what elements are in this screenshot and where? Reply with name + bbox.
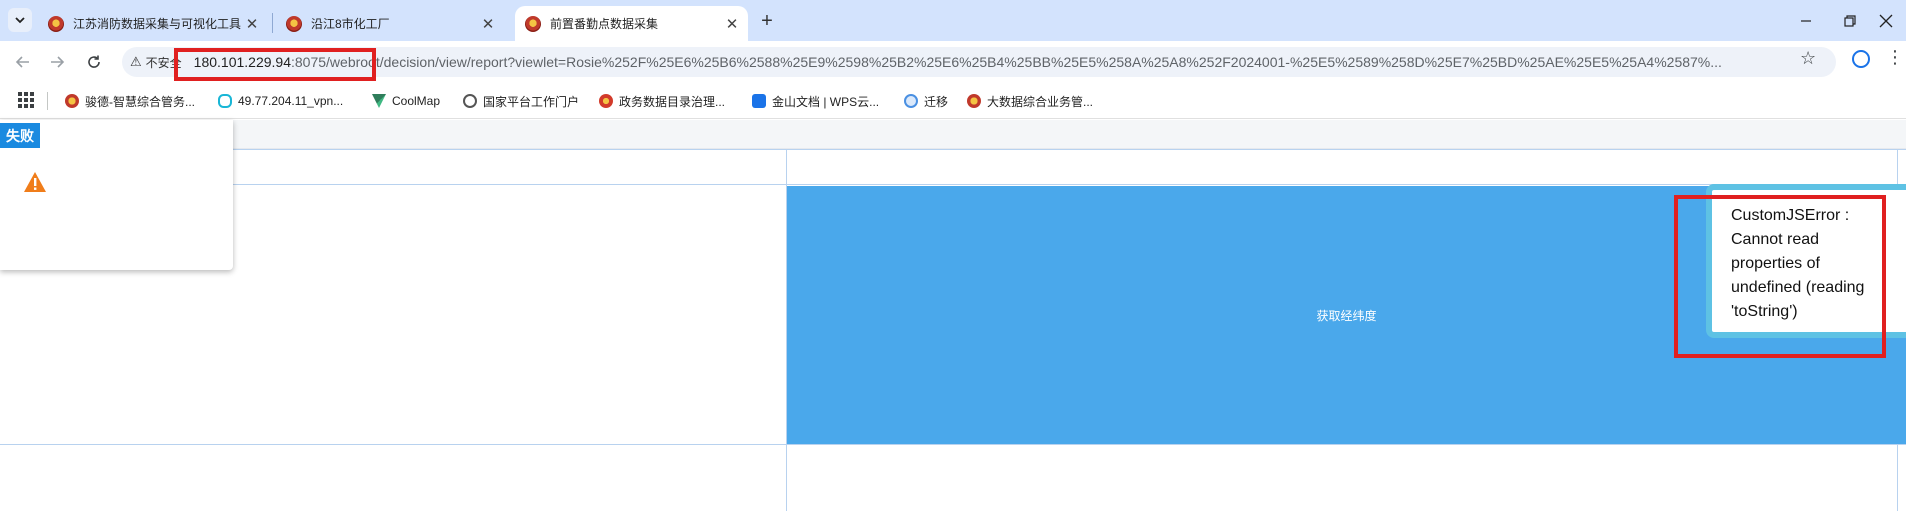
restore-icon (1844, 14, 1856, 27)
bookmark-label: 政务数据目录治理... (619, 94, 726, 109)
reload-icon (88, 55, 100, 68)
chevron-down-icon (15, 17, 25, 24)
bookmark-item[interactable]: 金山文档 | WPS云... (752, 91, 879, 111)
bookmark-label: CoolMap (392, 94, 441, 108)
failure-panel: 失败 (0, 120, 233, 270)
menu-kebab-icon[interactable]: ⋮ (1886, 47, 1904, 68)
bookmark-item[interactable]: 国家平台工作门户 (463, 91, 579, 111)
bookmark-label: 金山文档 | WPS云... (772, 94, 880, 109)
report-page: 获取经纬度 失败 CustomJSError : Cannot read pro… (0, 120, 1906, 511)
bookmark-item[interactable]: 49.77.204.11_vpn... (218, 91, 343, 111)
report-toolbar-band (0, 120, 1906, 149)
back-arrow-icon (15, 56, 29, 68)
bookmark-star-icon[interactable]: ☆ (1800, 48, 1816, 69)
tab-data-collection[interactable]: 前置番勤点数据采集 ✕ (515, 6, 748, 41)
bookmark-item[interactable]: 迁移 (904, 91, 948, 111)
bookmark-label: 大数据综合业务管... (987, 94, 1094, 109)
tab-chemical-plants[interactable]: 沿江8市化工厂 ✕ (276, 6, 504, 41)
wps-icon (752, 94, 766, 108)
bookmark-item[interactable]: 大数据综合业务管... (967, 91, 1093, 111)
minimize-icon (1801, 19, 1811, 22)
apps-grid-icon[interactable] (18, 92, 34, 108)
tab-divider (272, 13, 273, 33)
tab-title: 沿江8市化工厂 (311, 17, 390, 31)
migrate-icon (904, 94, 918, 108)
address-bar[interactable]: ⚠ 不安全 180.101.229.94:8075/webroot/decisi… (122, 47, 1836, 77)
bookmark-item[interactable]: CoolMap (372, 91, 440, 111)
grid-line (0, 444, 1906, 445)
get-coordinates-label: 获取经纬度 (1316, 308, 1377, 323)
new-tab-button[interactable]: + (755, 9, 779, 33)
close-window-button[interactable] (1864, 0, 1906, 41)
bookmark-label: 骏德-智慧综合管务... (85, 94, 195, 109)
emblem-icon (286, 15, 302, 32)
bookmark-item[interactable]: 政务数据目录治理... (599, 91, 725, 111)
back-button[interactable] (9, 48, 37, 76)
warning-triangle-icon: ⚠ (130, 54, 142, 69)
failure-title: 失败 (0, 123, 40, 148)
forward-arrow-icon (51, 56, 65, 68)
account-avatar-icon[interactable] (1852, 50, 1870, 68)
emblem-icon (525, 15, 541, 32)
reload-button[interactable] (80, 48, 108, 76)
bookmark-label: 迁移 (924, 94, 949, 109)
tab-jiangsu[interactable]: 江苏消防数据采集与可视化工具 ✕ (38, 6, 268, 41)
tab-search-button[interactable] (8, 8, 32, 32)
tab-strip: 江苏消防数据采集与可视化工具 ✕ 沿江8市化工厂 ✕ 前置番勤点数据采集 ✕ + (0, 0, 1906, 41)
grid-line (0, 184, 1906, 185)
emblem-icon (65, 94, 79, 108)
bookmark-label: 49.77.204.11_vpn... (238, 94, 344, 108)
forward-button[interactable] (43, 48, 71, 76)
warning-triangle-icon (24, 172, 46, 192)
emblem-icon (967, 94, 981, 108)
tab-title: 前置番勤点数据采集 (550, 17, 659, 31)
bookmark-label: 国家平台工作门户 (483, 94, 580, 109)
grid-line (0, 149, 1906, 150)
close-icon[interactable]: ✕ (242, 14, 262, 34)
error-highlight-box (1674, 195, 1886, 358)
emblem-icon (48, 15, 64, 32)
close-icon[interactable]: ✕ (722, 14, 742, 34)
close-icon (1879, 14, 1893, 27)
tab-title: 江苏消防数据采集与可视化工具 (73, 17, 242, 31)
bookmark-item[interactable]: 骏德-智慧综合管务... (65, 91, 195, 111)
vue-icon (372, 94, 386, 108)
close-icon[interactable]: ✕ (478, 14, 498, 34)
url-path: :8075/webroot/decision/view/report?viewl… (291, 54, 1722, 70)
gov-icon (599, 94, 613, 108)
bookmarks-bar: 骏德-智慧综合管务... 49.77.204.11_vpn... CoolMap… (0, 83, 1906, 119)
globe-icon (463, 94, 477, 108)
minimize-button[interactable] (1784, 0, 1828, 41)
url-highlight-box (174, 48, 376, 81)
vpn-icon (218, 94, 232, 108)
bookmarks-divider (47, 92, 48, 110)
